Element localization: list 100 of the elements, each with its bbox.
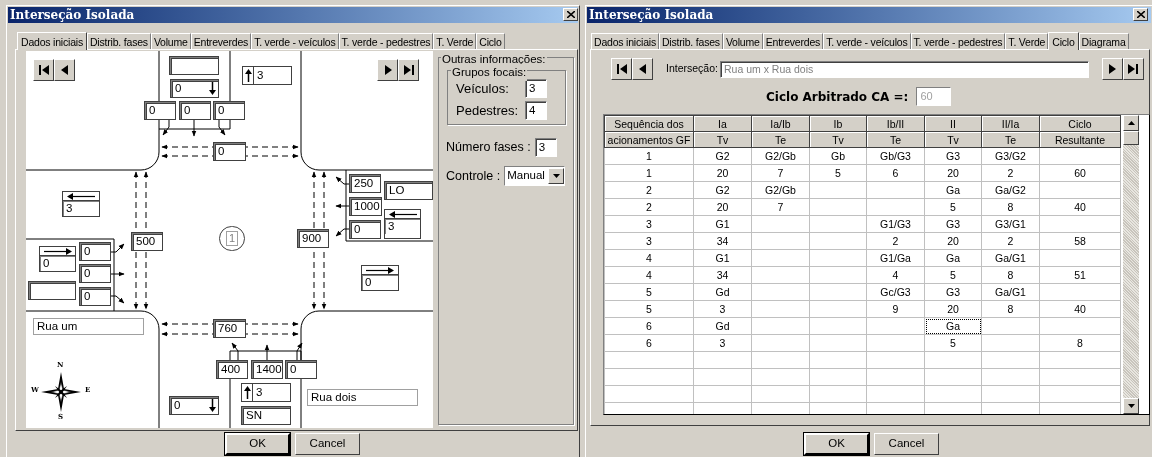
- tab[interactable]: Distrib. fases: [87, 33, 151, 49]
- input-field[interactable]: 3: [534, 138, 557, 157]
- scroll-down-icon: [1127, 404, 1135, 408]
- input-field[interactable]: [169, 56, 219, 75]
- table-cell: 40: [1039, 300, 1121, 318]
- table-cell: 7: [751, 164, 810, 182]
- tab[interactable]: Ciclo: [476, 33, 505, 49]
- input-field[interactable]: 3: [62, 191, 100, 217]
- input-field[interactable]: 3: [384, 209, 421, 239]
- dialog-button[interactable]: OK: [225, 433, 290, 455]
- input-field[interactable]: 0: [213, 101, 245, 120]
- last-button[interactable]: [398, 59, 419, 81]
- tab[interactable]: Dados iniciais: [17, 32, 87, 50]
- tab[interactable]: Volume: [150, 33, 191, 49]
- table-cell: 20: [693, 164, 752, 182]
- input-field[interactable]: 0: [79, 242, 111, 261]
- input-field[interactable]: 0: [285, 360, 317, 379]
- input-field[interactable]: SN: [241, 406, 291, 425]
- input-field[interactable]: 0: [213, 142, 246, 161]
- input-field[interactable]: Rua um x Rua dois: [719, 60, 1089, 78]
- tab[interactable]: T. Verde: [1005, 33, 1049, 49]
- input-field[interactable]: 0: [361, 265, 399, 291]
- input-field[interactable]: 760: [213, 319, 246, 338]
- input-field[interactable]: [28, 281, 76, 300]
- input-field[interactable]: 500: [131, 232, 163, 251]
- turn-arrow: [296, 342, 303, 361]
- tab[interactable]: Entreverdes: [190, 33, 252, 49]
- scrollbar[interactable]: [1123, 115, 1139, 414]
- input-field[interactable]: 0: [39, 246, 76, 272]
- input-field[interactable]: 0: [349, 220, 381, 239]
- table-cell: 20: [924, 164, 982, 182]
- table-cell: 2: [981, 164, 1040, 182]
- close-button[interactable]: [563, 8, 578, 21]
- vertical-arrow-icon: [244, 69, 252, 82]
- table-cell: 3: [693, 334, 752, 352]
- input-field[interactable]: 400: [216, 360, 248, 379]
- input-field[interactable]: 4: [525, 100, 547, 120]
- tab[interactable]: Entreverdes: [762, 33, 824, 49]
- tab[interactable]: Diagrama: [1078, 33, 1129, 49]
- input-field[interactable]: Rua dois: [307, 389, 418, 406]
- close-button[interactable]: [1133, 8, 1148, 21]
- tab[interactable]: T. Verde: [433, 33, 477, 49]
- input-field[interactable]: 250: [349, 174, 381, 193]
- first-button[interactable]: [611, 58, 632, 80]
- table-cell: 5: [809, 164, 867, 182]
- tab[interactable]: T. verde - veículos: [251, 33, 339, 49]
- input-field[interactable]: 900: [297, 229, 329, 248]
- dropdown[interactable]: Manual: [504, 166, 565, 186]
- column-header: II/Ia: [981, 115, 1040, 132]
- tab[interactable]: Distrib. fases: [659, 33, 723, 49]
- input-field[interactable]: 0: [79, 264, 111, 283]
- table-cell: G1/G3: [866, 215, 925, 233]
- prev-button[interactable]: [632, 58, 653, 80]
- dialog-button[interactable]: OK: [804, 433, 869, 455]
- tab[interactable]: Ciclo: [1048, 32, 1079, 50]
- field-label: Interseção:: [666, 61, 718, 77]
- first-button[interactable]: [33, 59, 54, 81]
- field-label: Pedestres:: [456, 101, 519, 120]
- table-cell: 51: [1039, 266, 1121, 284]
- input-field[interactable]: 1400: [251, 360, 283, 379]
- input-field[interactable]: 0: [144, 101, 176, 120]
- table-cell: G1: [693, 249, 752, 267]
- prev-button[interactable]: [54, 59, 75, 81]
- scroll-up-icon: [1127, 121, 1135, 125]
- column-header: Ia: [693, 115, 752, 132]
- input-field[interactable]: 3: [525, 79, 547, 99]
- input-field[interactable]: 3: [242, 66, 292, 85]
- tab[interactable]: T. verde - pedestres: [338, 33, 434, 49]
- input-field[interactable]: 0: [170, 79, 219, 98]
- table-cell: G1/Ga: [866, 249, 925, 267]
- dialog-button[interactable]: Cancel: [295, 433, 360, 455]
- tab[interactable]: Dados iniciais: [591, 33, 659, 49]
- table-cell: G3/G1: [981, 215, 1040, 233]
- table-cell: 2: [604, 198, 694, 216]
- table-cell: 6: [604, 317, 694, 335]
- table-cell: G2/Gb: [751, 147, 810, 165]
- next-button[interactable]: [377, 59, 398, 81]
- tab[interactable]: T. verde - veículos: [823, 33, 911, 49]
- input-field[interactable]: 0: [179, 101, 211, 120]
- input-field[interactable]: Rua um: [33, 318, 144, 335]
- next-button[interactable]: [1101, 58, 1123, 80]
- table-cell: 4: [866, 266, 925, 284]
- last-button[interactable]: [1122, 58, 1144, 80]
- skip-back-icon: [615, 63, 628, 75]
- table-cell: 1: [604, 164, 694, 182]
- input-field[interactable]: LO: [384, 181, 433, 200]
- group-title: Grupos focais:: [451, 64, 528, 82]
- table-cell: Gb/G3: [866, 147, 925, 165]
- input-field[interactable]: 3: [241, 383, 291, 402]
- table-cell: 8: [981, 266, 1040, 284]
- scroll-thumb[interactable]: [1123, 131, 1139, 145]
- dialog-button[interactable]: Cancel: [874, 433, 939, 455]
- table-cell: 5: [924, 198, 982, 216]
- table-cell: G3: [924, 147, 982, 165]
- tab[interactable]: T. verde - pedestres: [910, 33, 1006, 49]
- column-header: Ib/II: [866, 115, 925, 132]
- tab[interactable]: Volume: [722, 33, 763, 49]
- input-field[interactable]: 1000: [349, 197, 382, 216]
- input-field[interactable]: 0: [169, 396, 219, 415]
- input-field[interactable]: 0: [79, 287, 111, 306]
